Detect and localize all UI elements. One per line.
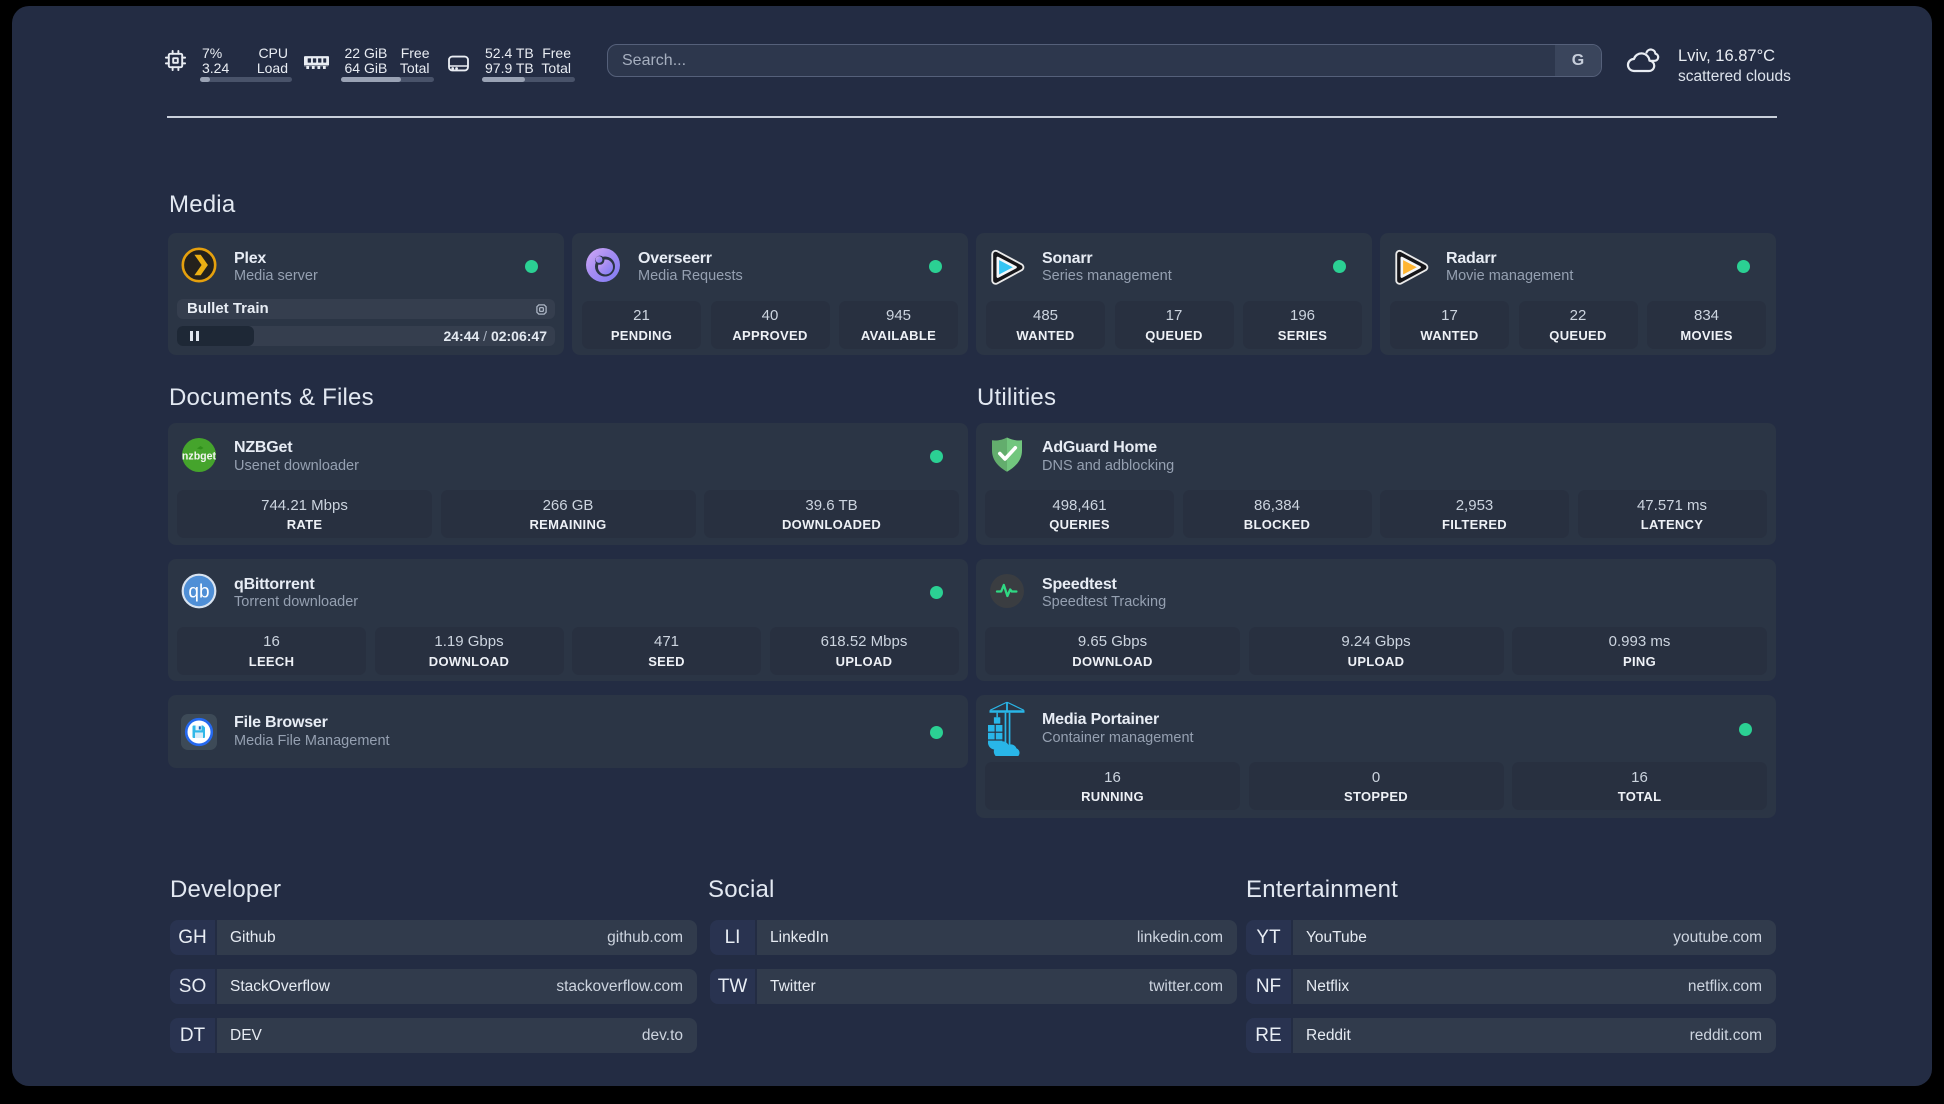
svg-text:qb: qb bbox=[188, 582, 209, 603]
svg-text:nzbget: nzbget bbox=[182, 450, 217, 462]
